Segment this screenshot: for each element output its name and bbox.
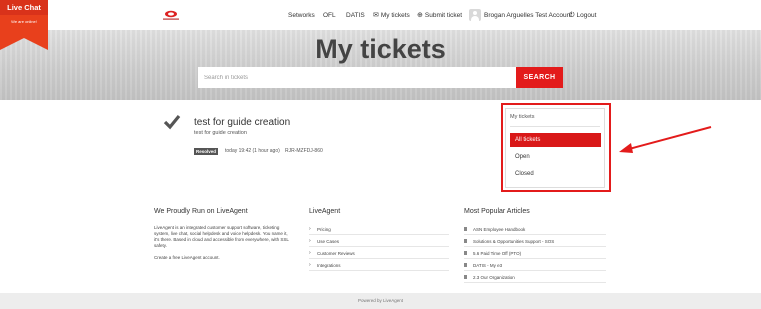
footer-col3-title: Most Popular Articles — [464, 208, 530, 215]
footer-article-label: 5.6 Paid Time Off (PTO) — [473, 250, 522, 256]
nav-ofl-label: OFL — [323, 11, 336, 19]
annotation-highlight-box — [501, 103, 611, 192]
document-icon — [464, 275, 467, 279]
nav-datis[interactable]: DATIS — [346, 0, 365, 30]
footer-article-label: Solutions & Opportunities Support - SOS — [473, 238, 555, 244]
chevron-right-icon: › — [309, 250, 311, 256]
nav-logout[interactable]: ⏻ Logout — [569, 0, 596, 30]
envelope-icon: ✉ — [373, 11, 379, 19]
hero-banner: My tickets SEARCH — [0, 30, 761, 100]
nav-submit-ticket[interactable]: ⊕ Submit ticket — [417, 0, 462, 30]
live-chat-title: Live Chat — [7, 3, 41, 12]
ticket-title[interactable]: test for guide creation — [194, 117, 290, 128]
footer-article-link[interactable]: 2.3 Our Organization — [464, 272, 606, 283]
document-icon — [464, 251, 467, 255]
footer-col2-title: LiveAgent — [309, 208, 341, 215]
document-icon — [464, 227, 467, 231]
nav-my-tickets-label: My tickets — [380, 11, 410, 19]
live-chat-badge[interactable]: Live Chat We are online! — [0, 0, 48, 50]
document-icon — [464, 239, 467, 243]
nav-account[interactable]: Brogan Arguelles Test Account — [469, 0, 572, 30]
brand-logo[interactable] — [160, 9, 182, 21]
power-icon: ⏻ — [569, 11, 575, 19]
nav-submit-ticket-label: Submit ticket — [424, 11, 463, 19]
footer-link-pricing[interactable]: › Pricing — [309, 224, 449, 235]
ticket-code: RJR-MZFDJ-860 — [285, 148, 323, 154]
live-chat-subtitle: We are online! — [11, 19, 37, 24]
footer-article-link[interactable]: ASN Employee Handbook — [464, 224, 606, 235]
powered-by-text[interactable]: Powered by LiveAgent — [358, 298, 403, 303]
annotation-arrow-icon — [619, 126, 712, 153]
nav-setworks[interactable]: Setworks — [288, 0, 315, 30]
footer-link-customer-reviews[interactable]: › Customer Reviews — [309, 248, 449, 259]
nav-datis-label: DATIS — [346, 11, 365, 19]
footer-create-account-link[interactable]: Create a free LiveAgent account. — [154, 255, 220, 260]
search-button[interactable]: SEARCH — [516, 67, 563, 88]
ticket-description: test for guide creation — [194, 130, 247, 136]
footer-article-label: DATIS - My e3 — [473, 262, 503, 268]
avatar — [469, 9, 481, 21]
status-badge: Resolved — [194, 148, 219, 155]
checkmark-icon — [163, 114, 181, 130]
nav-setworks-label: Setworks — [288, 11, 315, 19]
footer-col1-title: We Proudly Run on LiveAgent — [154, 208, 248, 215]
chevron-right-icon: › — [309, 262, 311, 268]
footer-col1-text: LiveAgent is an integrated customer supp… — [154, 225, 289, 248]
page-title: My tickets — [315, 34, 446, 64]
footer-link-use-cases[interactable]: › Use Cases — [309, 236, 449, 247]
ticket-timestamp: today 19:42 (1 hour ago) — [225, 148, 280, 154]
footer-link-label: Customer Reviews — [317, 250, 355, 256]
nav-logout-label: Logout — [576, 11, 597, 19]
nav-my-tickets[interactable]: ✉ My tickets — [373, 0, 410, 30]
submit-icon: ⊕ — [417, 11, 423, 19]
footer-article-link[interactable]: DATIS - My e3 — [464, 260, 606, 271]
footer-link-label: Use Cases — [317, 238, 340, 244]
document-icon — [464, 263, 467, 267]
nav-account-label: Brogan Arguelles Test Account — [484, 11, 573, 19]
nav-ofl[interactable]: OFL — [323, 0, 336, 30]
top-header: Setworks OFL DATIS ✉ My tickets ⊕ Submit… — [0, 0, 761, 30]
footer-link-label: Integrations — [317, 262, 341, 268]
powered-by-bar: Powered by LiveAgent — [0, 293, 761, 309]
search-input[interactable] — [198, 67, 516, 88]
chevron-right-icon: › — [309, 238, 311, 244]
footer-article-link[interactable]: Solutions & Opportunities Support - SOS — [464, 236, 606, 247]
chevron-right-icon: › — [309, 226, 311, 232]
footer-article-label: ASN Employee Handbook — [473, 226, 526, 232]
footer-article-label: 2.3 Our Organization — [473, 274, 515, 280]
footer-link-integrations[interactable]: › Integrations — [309, 260, 449, 271]
footer-article-link[interactable]: 5.6 Paid Time Off (PTO) — [464, 248, 606, 259]
footer-link-label: Pricing — [317, 226, 331, 232]
